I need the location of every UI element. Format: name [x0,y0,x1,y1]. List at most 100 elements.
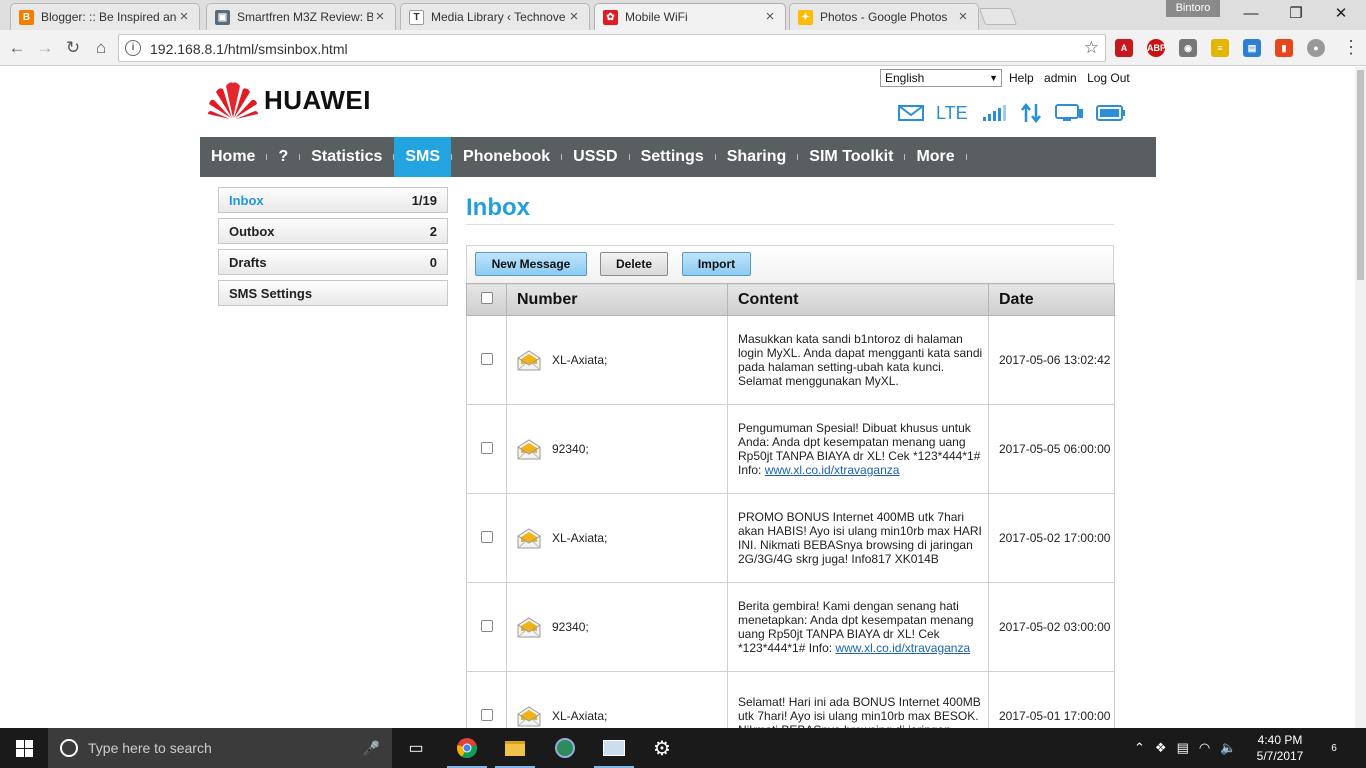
office-extension-icon[interactable]: ▮ [1275,39,1293,57]
close-tab-icon[interactable]: × [956,9,970,24]
task-view-icon[interactable]: ▭ [392,728,440,768]
content-cell[interactable]: Pengumuman Spesial! Dibuat khusus untuk … [727,404,989,494]
file-explorer-icon[interactable] [491,728,539,768]
browser-tab[interactable]: ✿ Mobile WiFi × [594,3,786,30]
tab-extension-icon[interactable]: ▤ [1243,39,1261,57]
number-cell[interactable]: 92340; [506,582,728,672]
number-cell[interactable]: XL-Axiata; [506,493,728,583]
show-hidden-icons-icon[interactable]: ⌃ [1134,740,1145,756]
sidebar-item-sms-settings[interactable]: SMS Settings [218,280,448,306]
sidebar-item-inbox[interactable]: Inbox 1/19 [218,187,448,213]
site-info-icon[interactable]: i [125,40,141,56]
import-button[interactable]: Import [682,252,751,276]
table-row[interactable]: XL-Axiata; Selamat! Hari ini ada BONUS In… [466,671,1115,728]
envelope-icon[interactable] [898,104,924,122]
message-envelope-icon [517,350,541,371]
keyboard-icon[interactable]: ▤ [1177,740,1189,756]
nav-item-sms[interactable]: SMS [394,137,452,177]
browser-tab[interactable]: T Media Library ‹ Technove × [400,3,590,30]
page-scrollbar[interactable] [1355,67,1366,728]
table-row[interactable]: XL-Axiata; Masukkan kata sandi b1ntoroz d… [466,315,1115,405]
language-select[interactable]: English ▼ [880,69,1002,87]
select-all-checkbox[interactable] [480,291,493,304]
photos-app-icon[interactable] [590,728,638,768]
table-row[interactable]: 92340; Berita gembira! Kami dengan senang… [466,582,1115,672]
new-message-button[interactable]: New Message [475,252,587,276]
bookmark-star-icon[interactable]: ☆ [1084,38,1099,58]
content-cell[interactable]: Masukkan kata sandi b1ntoroz di halaman … [727,315,989,405]
row-checkbox[interactable] [480,708,493,721]
nav-item-sharing[interactable]: Sharing [716,137,798,177]
date-column-header[interactable]: Date [988,283,1115,316]
nav-item-sim-toolkit[interactable]: SIM Toolkit [798,137,904,177]
number-column-header[interactable]: Number [506,283,728,316]
message-link[interactable]: www.xl.co.id/xtravaganza [765,463,900,477]
minimize-button[interactable]: — [1228,0,1274,28]
microphone-icon[interactable]: 🎤 [363,740,380,757]
sidebar-item-drafts[interactable]: Drafts 0 [218,249,448,275]
table-row[interactable]: XL-Axiata; PROMO BONUS Internet 400MB utk… [466,493,1115,583]
restore-button[interactable]: ❐ [1273,0,1319,28]
delete-button[interactable]: Delete [600,252,668,276]
pdf-extension-icon[interactable]: A [1115,39,1133,57]
chrome-menu-icon[interactable]: ⋮ [1342,38,1360,56]
volume-icon[interactable]: 🔈 [1220,740,1236,756]
settings-gear-icon[interactable]: ⚙ [638,728,686,768]
browser-tab[interactable]: ▣ Smartfren M3Z Review: B × [206,3,396,30]
profile-button[interactable]: Bintoro [1166,0,1220,17]
message-envelope-icon [517,528,541,549]
dropbox-icon[interactable]: ❖ [1155,740,1167,756]
app-shield-icon[interactable] [541,728,589,768]
user-name: admin [1044,71,1077,85]
url-text[interactable]: 192.168.8.1/html/smsinbox.html [150,41,348,57]
number-cell[interactable]: XL-Axiata; [506,671,728,728]
nav-item-home[interactable]: Home [200,137,266,177]
message-link[interactable]: www.xl.co.id/xtravaganza [835,641,970,655]
browser-tab[interactable]: ✦ Photos - Google Photos × [789,3,979,30]
reload-icon[interactable]: ↻ [60,35,86,61]
cloud-extension-icon[interactable]: ● [1307,39,1325,57]
new-tab-button[interactable] [978,8,1018,25]
chrome-app-icon[interactable] [443,728,491,768]
nav-item-settings[interactable]: Settings [630,137,715,177]
back-arrow-icon[interactable]: ← [4,35,30,61]
nav-item-more[interactable]: More [905,137,965,177]
nav-item-help[interactable]: ? [267,137,299,177]
number-cell[interactable]: XL-Axiata; [506,315,728,405]
wifi-icon[interactable]: ◠ [1199,740,1210,756]
start-button[interactable] [0,728,48,768]
close-tab-icon[interactable]: × [373,9,387,24]
home-icon[interactable]: ⌂ [88,35,114,61]
number-cell[interactable]: 92340; [506,404,728,494]
sidebar-item-outbox[interactable]: Outbox 2 [218,218,448,244]
content-column-header[interactable]: Content [727,283,989,316]
content-cell[interactable]: PROMO BONUS Internet 400MB utk 7hari aka… [727,493,989,583]
address-bar[interactable]: i 192.168.8.1/html/smsinbox.html ☆ [118,34,1106,62]
row-checkbox[interactable] [480,530,493,543]
taskbar-clock[interactable]: 4:40 PM 5/7/2017 [1248,732,1312,764]
row-checkbox[interactable] [480,441,493,454]
nav-item-phonebook[interactable]: Phonebook [452,137,561,177]
adblock-extension-icon[interactable]: ABP [1147,39,1166,57]
content-cell[interactable]: Selamat! Hari ini ada BONUS Internet 400… [727,671,989,728]
content-cell[interactable]: Berita gembira! Kami dengan senang hati … [727,582,989,672]
help-link[interactable]: Help [1009,71,1034,85]
close-tab-icon[interactable]: × [763,9,777,24]
logout-link[interactable]: Log Out [1087,71,1130,85]
scrollbar-thumb[interactable] [1357,70,1364,280]
browser-tab[interactable]: B Blogger: :: Be Inspired and × [10,3,200,30]
row-checkbox[interactable] [480,619,493,632]
row-checkbox[interactable] [480,352,493,365]
nav-item-statistics[interactable]: Statistics [300,137,393,177]
taskbar-search-box[interactable]: Type here to search 🎤 [48,728,392,768]
notes-extension-icon[interactable]: ≡ [1211,39,1229,57]
camera-extension-icon[interactable]: ◉ [1179,39,1197,57]
close-window-button[interactable]: ✕ [1318,0,1364,28]
close-tab-icon[interactable]: × [177,9,191,24]
action-center-icon[interactable]: 6 [1324,738,1344,758]
close-tab-icon[interactable]: × [567,9,581,24]
forward-arrow-icon[interactable]: → [32,35,58,61]
tab-title: Photos - Google Photos [820,10,948,24]
table-row[interactable]: 92340; Pengumuman Spesial! Dibuat khusus … [466,404,1115,494]
nav-item-ussd[interactable]: USSD [562,137,628,177]
